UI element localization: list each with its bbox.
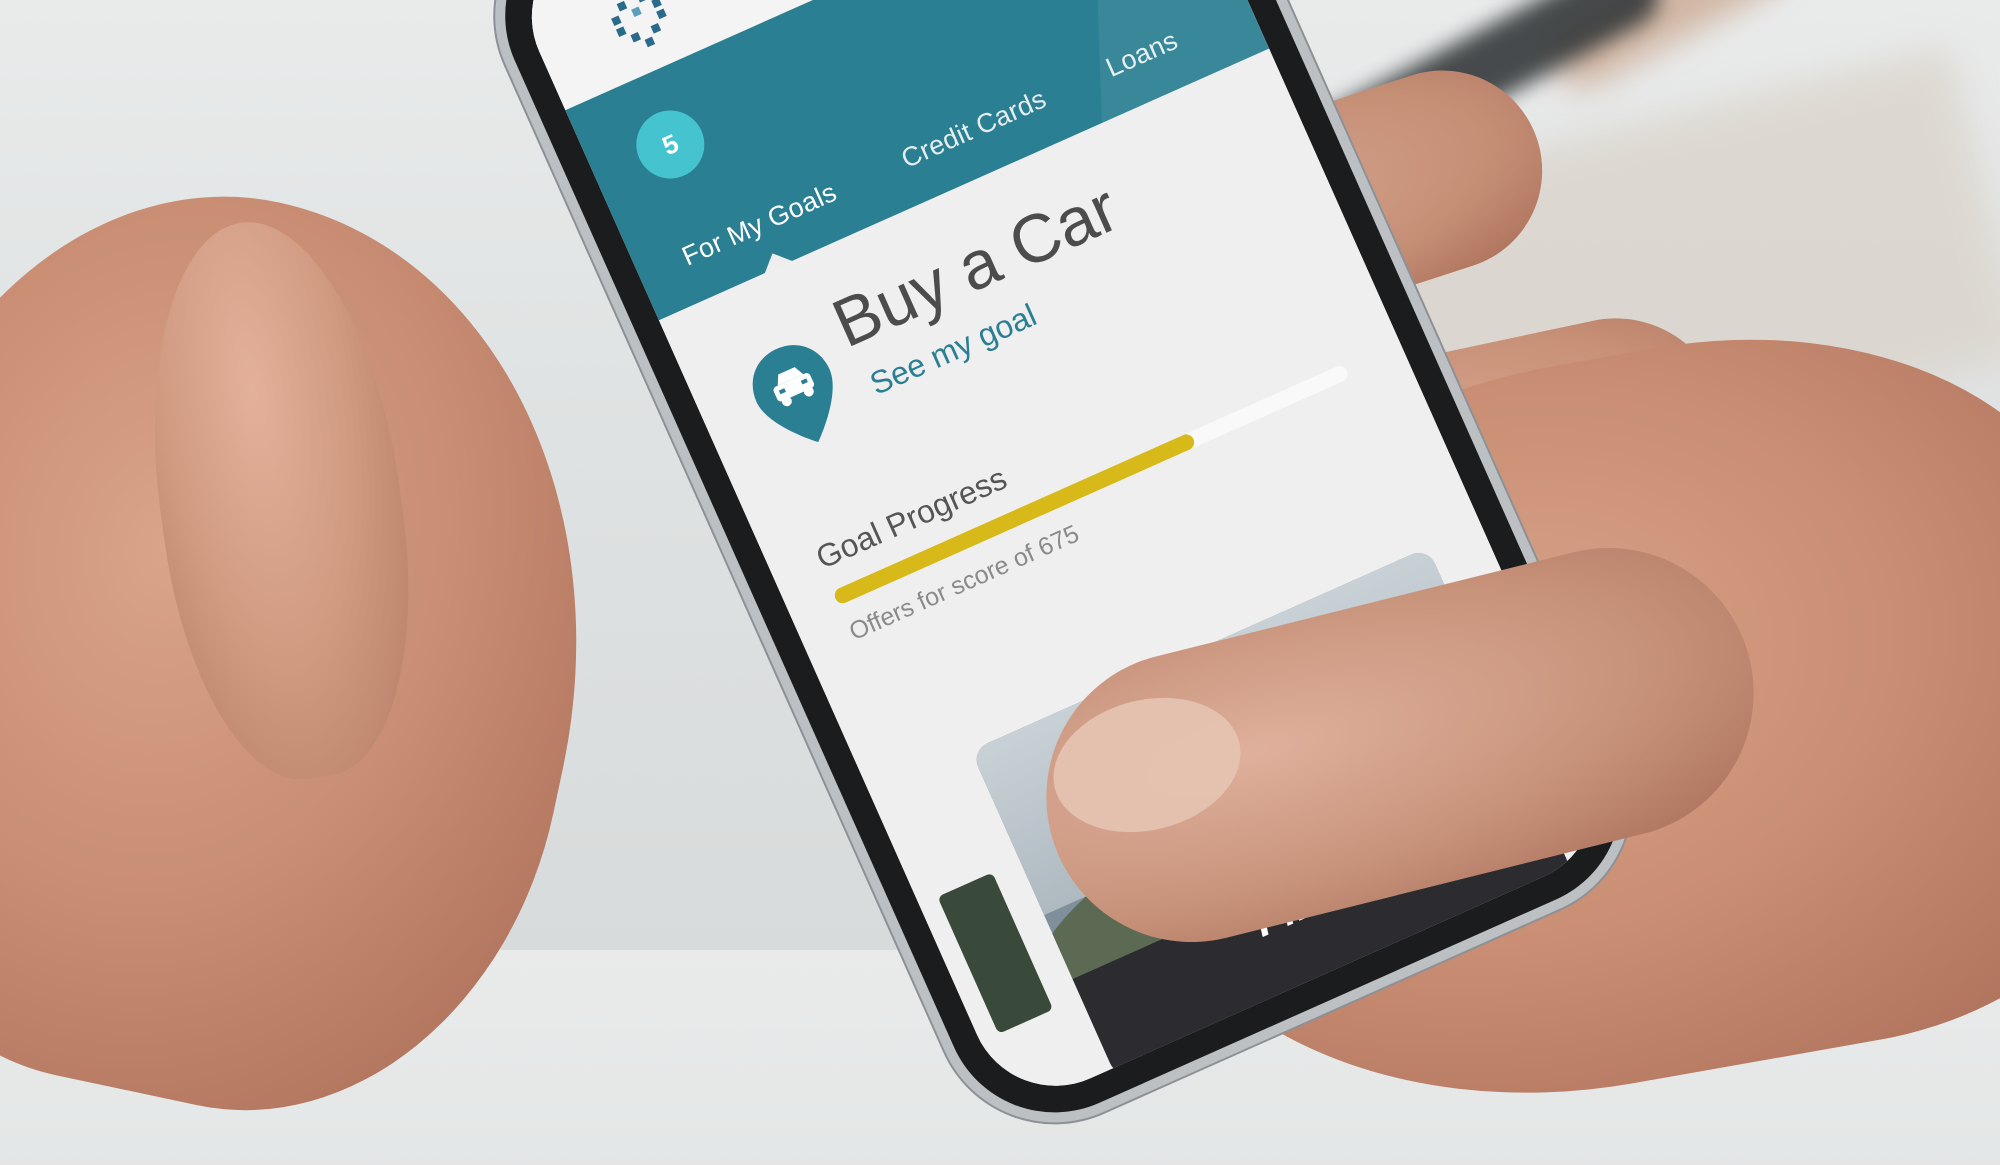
app-logo-icon[interactable] (593, 0, 685, 63)
car-pin-icon (752, 345, 833, 443)
goal-progress-bar (832, 363, 1351, 606)
